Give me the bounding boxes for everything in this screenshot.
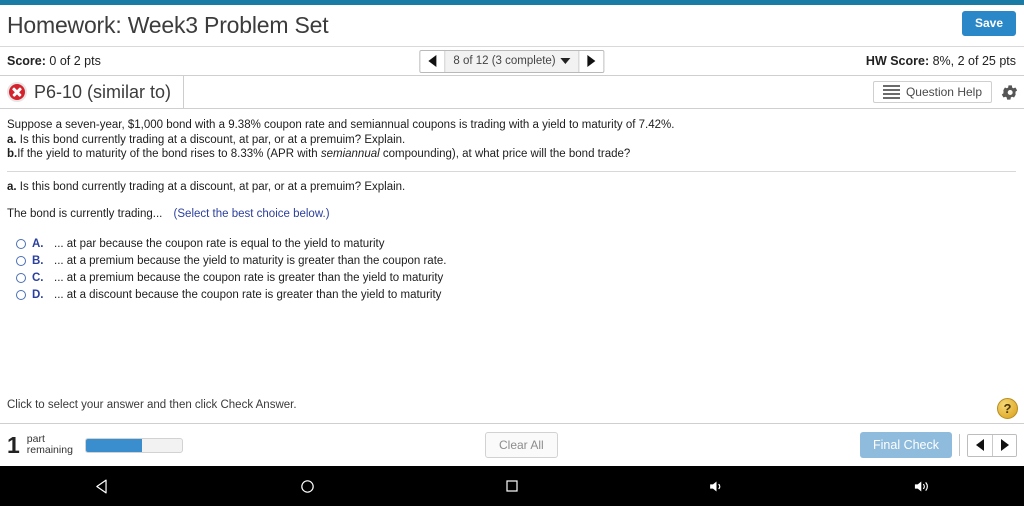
- problem-header-actions: Question Help: [872, 81, 1018, 103]
- chevron-down-icon: [560, 58, 571, 64]
- android-navigation-bar: [0, 466, 1024, 506]
- stem-part-a: a. Is this bond currently trading at a d…: [7, 133, 1024, 148]
- part-b-text-post: compounding), at what price will the bon…: [379, 148, 631, 160]
- progress-bar: [84, 437, 183, 453]
- question-help-button[interactable]: Question Help: [872, 81, 992, 103]
- part-b-label: b.: [7, 148, 18, 160]
- choice-text-b: ... at a premium because the yield to ma…: [54, 255, 447, 267]
- score-bar: Score: 0 of 2 pts 8 of 12 (3 complete) H…: [0, 47, 1024, 76]
- triangle-right-icon: [587, 55, 596, 67]
- problem-pager: [967, 433, 1017, 457]
- prev-question-button[interactable]: [420, 50, 446, 72]
- save-button[interactable]: Save: [961, 11, 1016, 36]
- question-selector-dropdown[interactable]: 8 of 12 (3 complete): [445, 50, 579, 72]
- help-question-icon[interactable]: ?: [997, 398, 1018, 419]
- parts-remaining-label: part remaining: [26, 433, 73, 457]
- answer-instruction: Click to select your answer and then cli…: [7, 399, 297, 411]
- question-selector-label: 8 of 12 (3 complete): [453, 55, 556, 67]
- choice-letter-a: A.: [32, 238, 44, 250]
- clear-all-button[interactable]: Clear All: [485, 432, 558, 458]
- recents-square-icon[interactable]: [497, 474, 527, 498]
- problem-stem: Suppose a seven-year, $1,000 bond with a…: [7, 118, 1024, 162]
- hw-score-label: HW Score:: [865, 54, 930, 68]
- title-bar: Homework: Week3 Problem Set Save: [0, 5, 1024, 47]
- question-help-label: Question Help: [905, 85, 982, 99]
- gear-icon[interactable]: [1001, 84, 1018, 101]
- radio-button-b[interactable]: [16, 256, 26, 266]
- final-check-button[interactable]: Final Check: [860, 432, 952, 458]
- radio-button-a[interactable]: [16, 239, 26, 249]
- action-bar: 1 part remaining Clear All Final Check: [0, 423, 1024, 466]
- triangle-right-icon: [1000, 439, 1009, 451]
- choice-letter-b: B.: [32, 255, 44, 267]
- section-divider: [7, 170, 1016, 172]
- back-triangle-icon[interactable]: [87, 474, 117, 498]
- stem-part-b: b.If the yield to maturity of the bond r…: [7, 147, 1024, 162]
- score-display: Score: 0 of 2 pts: [0, 54, 101, 68]
- part-b-text-emphasis: semiannual: [320, 148, 380, 160]
- restate-text: Is this bond currently trading at a disc…: [19, 180, 406, 193]
- home-circle-icon[interactable]: [292, 474, 322, 498]
- problem-body: Suppose a seven-year, $1,000 bond with a…: [0, 109, 1024, 304]
- restate-label: a.: [7, 180, 17, 193]
- choice-option-d[interactable]: D. ... at a discount because the coupon …: [7, 287, 1024, 304]
- part-a-label: a.: [7, 133, 17, 146]
- radio-button-d[interactable]: [16, 290, 26, 300]
- answer-prompt-text: The bond is currently trading...: [7, 207, 163, 220]
- choice-letter-c: C.: [32, 272, 44, 284]
- select-best-choice-hint[interactable]: (Select the best choice below.): [174, 208, 330, 220]
- choice-text-a: ... at par because the coupon rate is eq…: [54, 238, 385, 250]
- answer-prompt: The bond is currently trading... (Select…: [7, 208, 1024, 220]
- part-a-text: Is this bond currently trading at a disc…: [19, 133, 406, 146]
- question-navigator: 8 of 12 (3 complete): [419, 49, 605, 73]
- choice-text-d: ... at a discount because the coupon rat…: [54, 289, 442, 301]
- triangle-left-icon: [428, 55, 437, 67]
- volume-up-icon[interactable]: [907, 474, 937, 498]
- score-label: Score:: [7, 54, 46, 68]
- choice-letter-d: D.: [32, 289, 44, 301]
- choice-option-a[interactable]: A. ... at par because the coupon rate is…: [7, 236, 1024, 253]
- progress-bar-fill: [85, 438, 142, 452]
- part-b-text-pre: If the yield to maturity of the bond ris…: [17, 148, 321, 160]
- homework-app: Homework: Week3 Problem Set Save Score: …: [0, 0, 1024, 506]
- problem-id-group: P6-10 (similar to): [0, 76, 185, 108]
- list-icon: [883, 85, 900, 99]
- hw-score-display: HW Score: 8%, 2 of 25 pts: [866, 54, 1016, 68]
- parts-label-line2: remaining: [26, 444, 73, 456]
- pager-prev-button[interactable]: [968, 434, 992, 456]
- choice-text-c: ... at a premium because the coupon rate…: [54, 272, 444, 284]
- problem-header: P6-10 (similar to) Question Help: [0, 76, 1024, 109]
- choice-list: A. ... at par because the coupon rate is…: [7, 236, 1024, 304]
- volume-down-icon[interactable]: [702, 474, 732, 498]
- restated-question: a. Is this bond currently trading at a d…: [7, 181, 1024, 193]
- action-divider: [959, 434, 960, 456]
- radio-button-c[interactable]: [16, 273, 26, 283]
- choice-option-b[interactable]: B. ... at a premium because the yield to…: [7, 253, 1024, 270]
- page-title: Homework: Week3 Problem Set: [7, 12, 329, 38]
- triangle-left-icon: [976, 439, 984, 451]
- pager-next-button[interactable]: [992, 434, 1016, 456]
- parts-remaining-group: 1 part remaining: [0, 433, 183, 457]
- score-value: 0 of 2 pts: [49, 54, 101, 68]
- hw-score-value: 8%, 2 of 25 pts: [932, 54, 1016, 68]
- choice-option-c[interactable]: C. ... at a premium because the coupon r…: [7, 270, 1024, 287]
- stem-line-1: Suppose a seven-year, $1,000 bond with a…: [7, 119, 675, 131]
- parts-remaining-count: 1: [7, 432, 20, 458]
- problem-id-label: P6-10 (similar to): [34, 81, 172, 102]
- right-actions: Final Check: [860, 432, 1017, 458]
- next-question-button[interactable]: [578, 50, 604, 72]
- red-x-icon: [7, 82, 27, 102]
